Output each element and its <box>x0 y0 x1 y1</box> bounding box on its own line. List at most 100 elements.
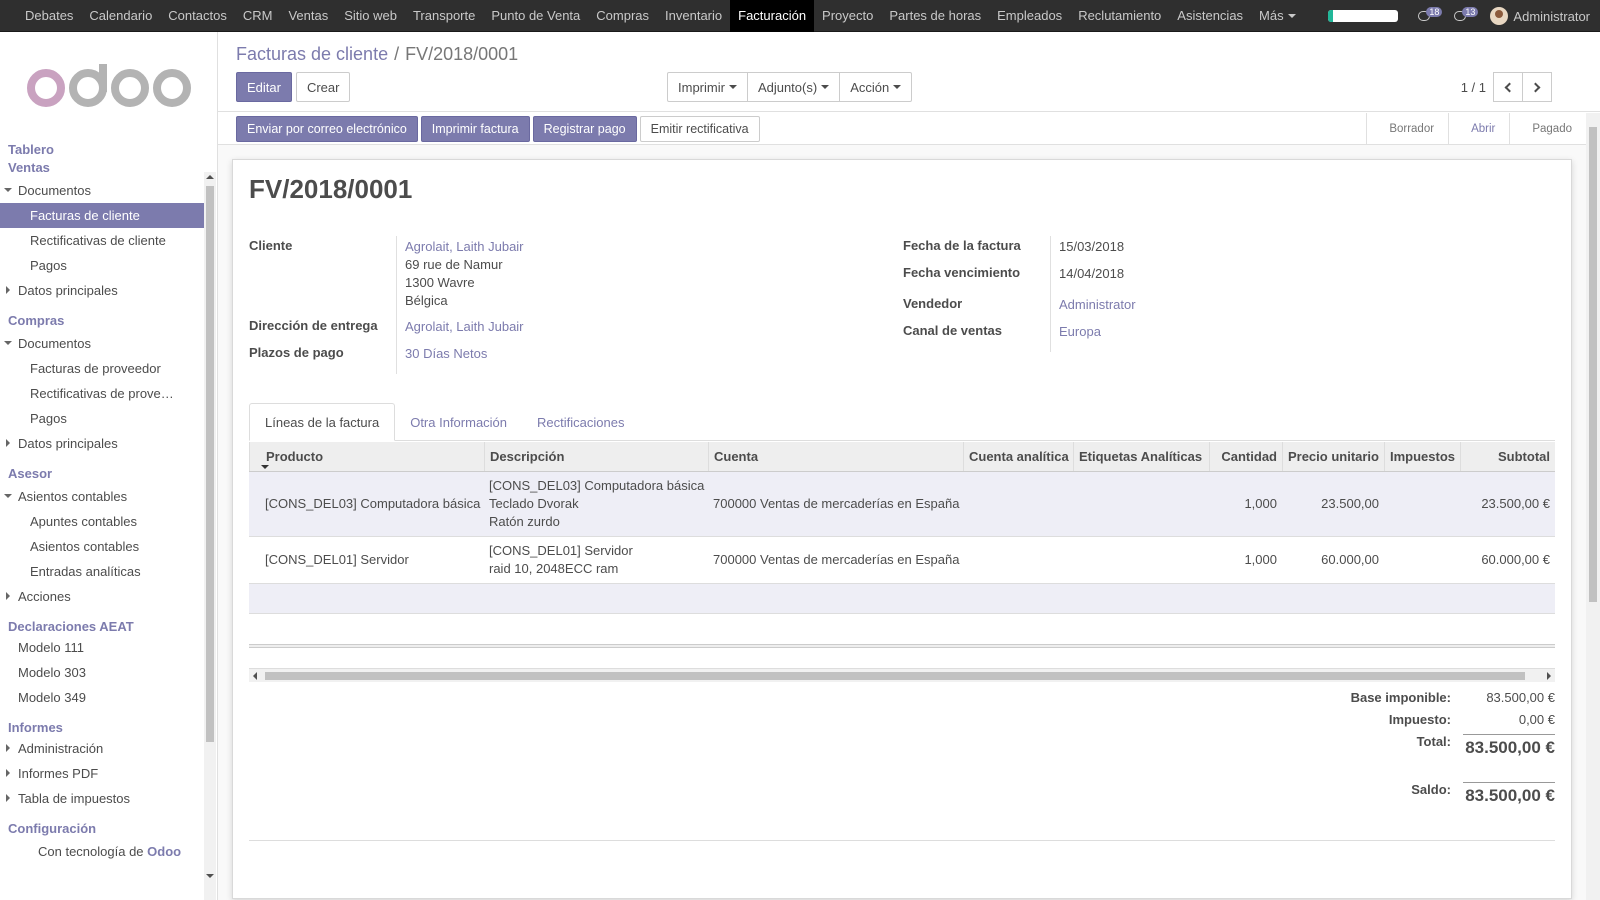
horizontal-scroll-thumb[interactable] <box>265 672 1525 680</box>
menu-debates[interactable]: Debates <box>17 0 81 32</box>
sidebar-item[interactable]: Pagos <box>0 253 204 278</box>
column-header-1[interactable]: Descripción <box>484 442 708 471</box>
print-dropdown[interactable]: Imprimir <box>667 72 748 102</box>
tab-1[interactable]: Otra Información <box>395 403 522 441</box>
scroll-right-icon[interactable] <box>1547 672 1551 680</box>
scroll-down-icon[interactable] <box>206 874 214 878</box>
column-header-0[interactable]: Producto <box>249 442 484 471</box>
sidebar-item[interactable]: Facturas de proveedor <box>0 356 204 381</box>
menu-punto-de-venta[interactable]: Punto de Venta <box>483 0 588 32</box>
content-scroll-thumb[interactable] <box>1589 127 1597 602</box>
column-header-6[interactable]: Precio unitario <box>1282 442 1384 471</box>
menu-transporte[interactable]: Transporte <box>405 0 483 32</box>
breadcrumb-parent[interactable]: Facturas de cliente <box>236 44 388 65</box>
status-step-1[interactable]: Abrir <box>1448 113 1509 145</box>
user-menu[interactable]: Administrator <box>1490 7 1600 25</box>
sidebar-section-1[interactable]: Ventas <box>0 158 204 176</box>
refund-button[interactable]: Emitir rectificativa <box>639 116 760 142</box>
menu-facturaci-n[interactable]: Facturación <box>730 0 815 32</box>
menu-partes-de-horas[interactable]: Partes de horas <box>881 0 989 32</box>
sales-channel-link[interactable]: Europa <box>1059 323 1101 341</box>
sidebar-item[interactable]: Rectificativas de prove… <box>0 381 204 406</box>
sidebar-item[interactable]: Pagos <box>0 406 204 431</box>
edit-button[interactable]: Editar <box>236 72 292 102</box>
print-invoice-button[interactable]: Imprimir factura <box>420 116 530 142</box>
column-header-4[interactable]: Etiquetas Analíticas <box>1073 442 1209 471</box>
send-email-button[interactable]: Enviar por correo electrónico <box>236 116 418 142</box>
status-step-2[interactable]: Pagado <box>1509 113 1586 145</box>
menu-m-s[interactable]: Más <box>1251 0 1304 32</box>
sidebar-item[interactable]: Datos principales <box>0 278 204 303</box>
sidebar-item[interactable]: Modelo 349 <box>0 685 204 710</box>
pager: 1 / 1 <box>1461 72 1552 102</box>
scroll-up-icon[interactable] <box>206 175 214 179</box>
odoo-logo[interactable] <box>0 32 217 140</box>
menu-calendario[interactable]: Calendario <box>81 0 160 32</box>
menu-reclutamiento[interactable]: Reclutamiento <box>1070 0 1169 32</box>
horizontal-scrollbar[interactable] <box>249 668 1555 682</box>
sidebar-section-4[interactable]: Declaraciones AEAT <box>0 617 204 635</box>
sidebar-item[interactable]: Datos principales <box>0 431 204 456</box>
action-dropdown[interactable]: Acción <box>839 72 913 102</box>
sidebar-section-3[interactable]: Asesor <box>0 464 204 482</box>
sidebar-scroll-thumb[interactable] <box>206 186 214 742</box>
powered-brand[interactable]: Odoo <box>147 844 181 859</box>
menu-inventario[interactable]: Inventario <box>657 0 730 32</box>
column-header-8[interactable]: Subtotal <box>1460 442 1555 471</box>
base-label: Base imponible: <box>1350 690 1451 705</box>
progress-bar[interactable] <box>1328 10 1399 22</box>
column-header-2[interactable]: Cuenta <box>708 442 963 471</box>
customer-link[interactable]: Agrolait, Laith Jubair <box>405 238 524 256</box>
sidebar-item[interactable]: Entradas analíticas <box>0 559 204 584</box>
sidebar-item[interactable]: Asientos contables <box>0 484 204 509</box>
pager-previous[interactable] <box>1493 72 1523 102</box>
tab-2[interactable]: Rectificaciones <box>522 403 639 441</box>
sidebar-section-5[interactable]: Informes <box>0 718 204 736</box>
status-step-0[interactable]: Borrador <box>1366 113 1448 145</box>
tab-0[interactable]: Líneas de la factura <box>249 403 396 441</box>
attachments-dropdown[interactable]: Adjunto(s) <box>746 72 841 102</box>
menu-crm[interactable]: CRM <box>235 0 281 32</box>
scroll-left-icon[interactable] <box>253 672 257 680</box>
sidebar-section-2[interactable]: Compras <box>0 311 204 329</box>
sidebar-item[interactable]: Apuntes contables <box>0 509 204 534</box>
sidebar-item[interactable]: Modelo 303 <box>0 660 204 685</box>
sidebar-item[interactable]: Documentos <box>0 178 204 203</box>
sidebar-section-6[interactable]: Configuración <box>0 819 204 837</box>
column-header-7[interactable]: Impuestos <box>1384 442 1460 471</box>
payment-terms-link[interactable]: 30 Días Netos <box>405 345 487 363</box>
menu-compras[interactable]: Compras <box>588 0 657 32</box>
table-row[interactable]: [CONS_DEL01] Servidor [CONS_DEL01] Servid… <box>249 537 1555 584</box>
column-header-3[interactable]: Cuenta analítica <box>963 442 1073 471</box>
menu-contactos[interactable]: Contactos <box>160 0 235 32</box>
sidebar-item[interactable]: Modelo 111 <box>0 635 204 660</box>
sidebar-item[interactable]: Informes PDF <box>0 761 204 786</box>
sidebar-section-0[interactable]: Tablero <box>0 140 204 158</box>
create-button[interactable]: Crear <box>295 72 351 102</box>
salesperson-link[interactable]: Administrator <box>1059 296 1136 314</box>
sidebar-item[interactable]: Acciones <box>0 584 204 609</box>
sidebar-scrollbar[interactable] <box>204 172 216 900</box>
table-row[interactable]: [CONS_DEL03] Computadora básica [CONS_DEL… <box>249 472 1555 537</box>
menu-asistencias[interactable]: Asistencias <box>1169 0 1251 32</box>
sidebar-item[interactable]: Facturas de cliente <box>0 203 204 228</box>
column-header-5[interactable]: Cantidad <box>1209 442 1282 471</box>
menu-empleados[interactable]: Empleados <box>989 0 1070 32</box>
delivery-address-link[interactable]: Agrolait, Laith Jubair <box>405 318 524 336</box>
content-scrollbar[interactable] <box>1586 113 1600 900</box>
empty-row[interactable] <box>249 584 1555 614</box>
sidebar-item[interactable]: Documentos <box>0 331 204 356</box>
register-payment-button[interactable]: Registrar pago <box>532 116 637 142</box>
sidebar-item[interactable]: Rectificativas de cliente <box>0 228 204 253</box>
activities-badge: 13 <box>1462 7 1479 17</box>
activities-button[interactable]: 13 <box>1454 7 1479 21</box>
menu-sitio-web[interactable]: Sitio web <box>336 0 405 32</box>
messages-button[interactable]: 18 <box>1418 7 1443 21</box>
sidebar-item[interactable]: Asientos contables <box>0 534 204 559</box>
menu-ventas[interactable]: Ventas <box>280 0 336 32</box>
pager-next[interactable] <box>1522 72 1552 102</box>
menu-proyecto[interactable]: Proyecto <box>814 0 881 32</box>
sidebar-item[interactable]: Tabla de impuestos <box>0 786 204 811</box>
sidebar-item[interactable]: Administración <box>0 736 204 761</box>
pager-value[interactable]: 1 / 1 <box>1461 80 1486 95</box>
